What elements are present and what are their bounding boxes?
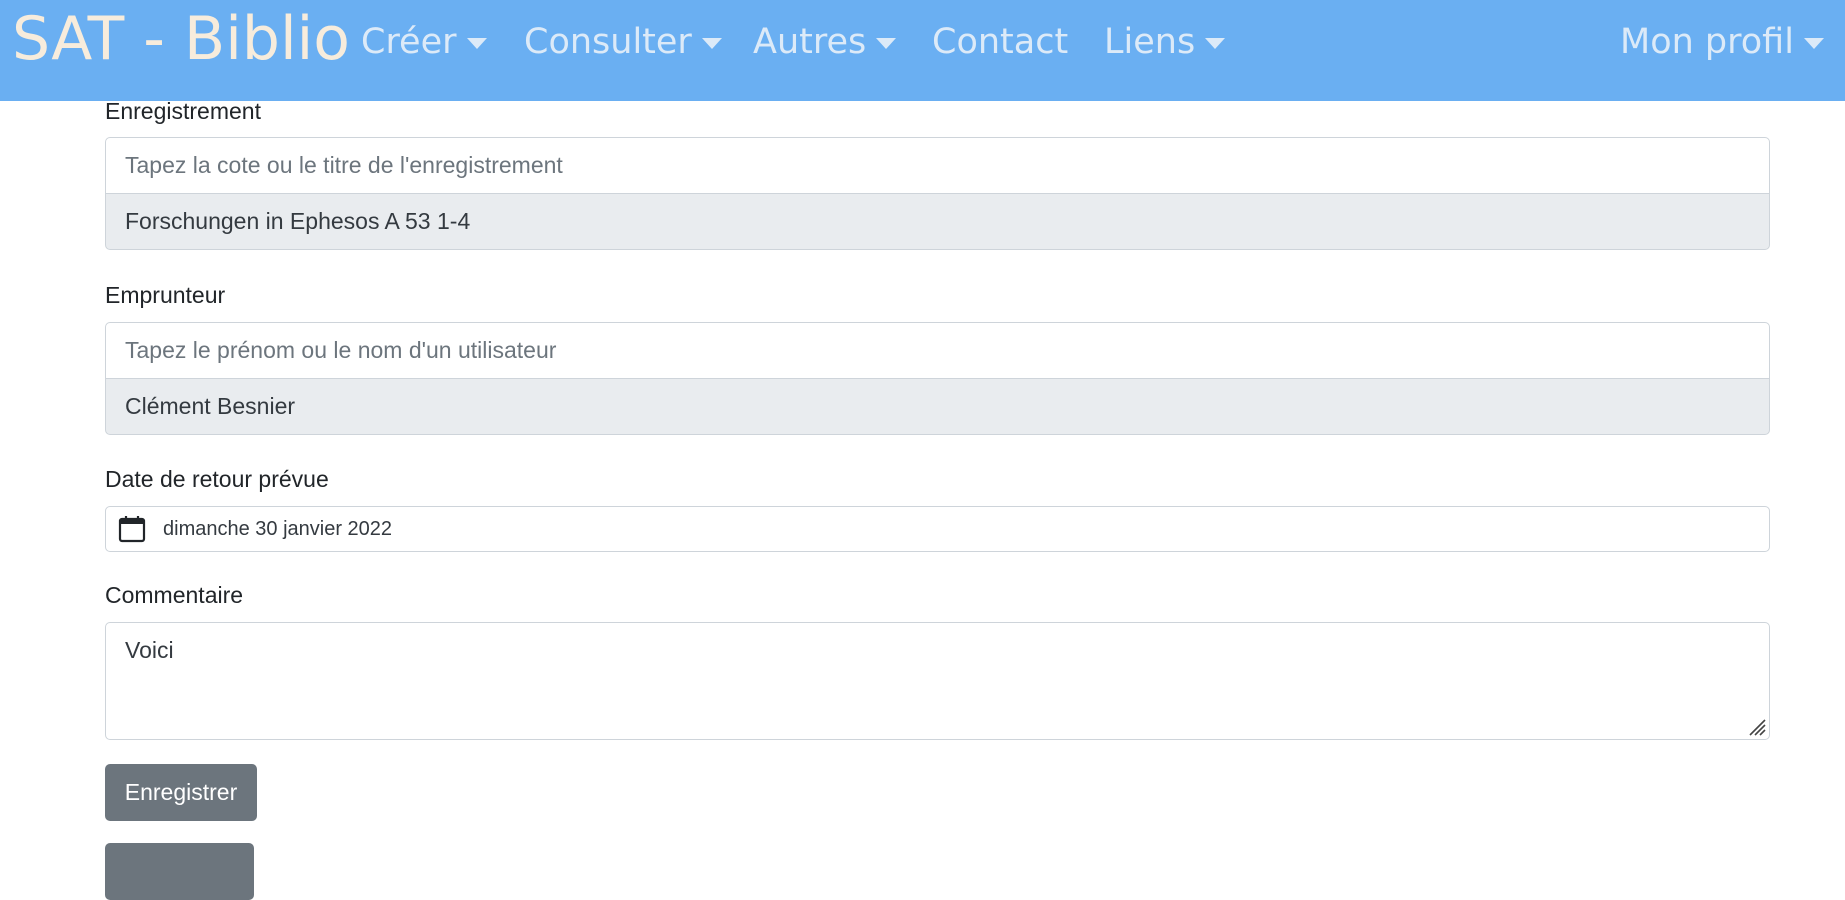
date-retour-picker[interactable]: dimanche 30 janvier 2022 [105, 506, 1770, 552]
emprunteur-search-input[interactable] [105, 322, 1770, 379]
caret-down-icon [466, 37, 487, 49]
caret-down-icon [876, 37, 897, 49]
nav-item-label: Contact [932, 22, 1069, 62]
enregistrement-label: Enregistrement [105, 98, 261, 124]
nav-item-contact[interactable]: Contact [932, 20, 1068, 64]
nav-item-profile[interactable]: Mon profil [1620, 20, 1824, 64]
emprunteur-label: Emprunteur [105, 282, 226, 308]
caret-down-icon [1205, 37, 1226, 49]
nav-item-autres[interactable]: Autres [753, 20, 897, 64]
brand-logo[interactable]: SAT - Biblio [12, 4, 350, 74]
nav-item-creer[interactable]: Créer [361, 20, 487, 64]
calendar-icon [118, 515, 146, 543]
emprunteur-selected-value: Clément Besnier [105, 378, 1770, 435]
enregistrement-search-input[interactable] [105, 137, 1770, 194]
caret-down-icon [1803, 37, 1824, 49]
date-retour-label: Date de retour prévue [105, 466, 329, 492]
enregistrement-selected-value: Forschungen in Ephesos A 53 1-4 [105, 193, 1770, 250]
nav-item-label: Liens [1104, 22, 1196, 62]
nav-item-liens[interactable]: Liens [1104, 20, 1226, 64]
nav-item-consulter[interactable]: Consulter [524, 20, 722, 64]
nav-item-label: Consulter [524, 22, 692, 62]
commentaire-label: Commentaire [105, 582, 244, 608]
secondary-button[interactable] [105, 843, 254, 900]
date-retour-value: dimanche 30 janvier 2022 [163, 517, 393, 540]
save-button[interactable]: Enregistrer [105, 764, 257, 821]
navbar: SAT - Biblio Créer Consulter Autres Cont… [0, 0, 1845, 101]
caret-down-icon [701, 37, 722, 49]
commentaire-textarea[interactable] [105, 622, 1770, 740]
nav-item-label: Mon profil [1620, 22, 1794, 62]
nav-item-label: Créer [361, 22, 457, 62]
nav-item-label: Autres [753, 22, 867, 62]
resize-handle-icon[interactable] [1746, 716, 1766, 736]
